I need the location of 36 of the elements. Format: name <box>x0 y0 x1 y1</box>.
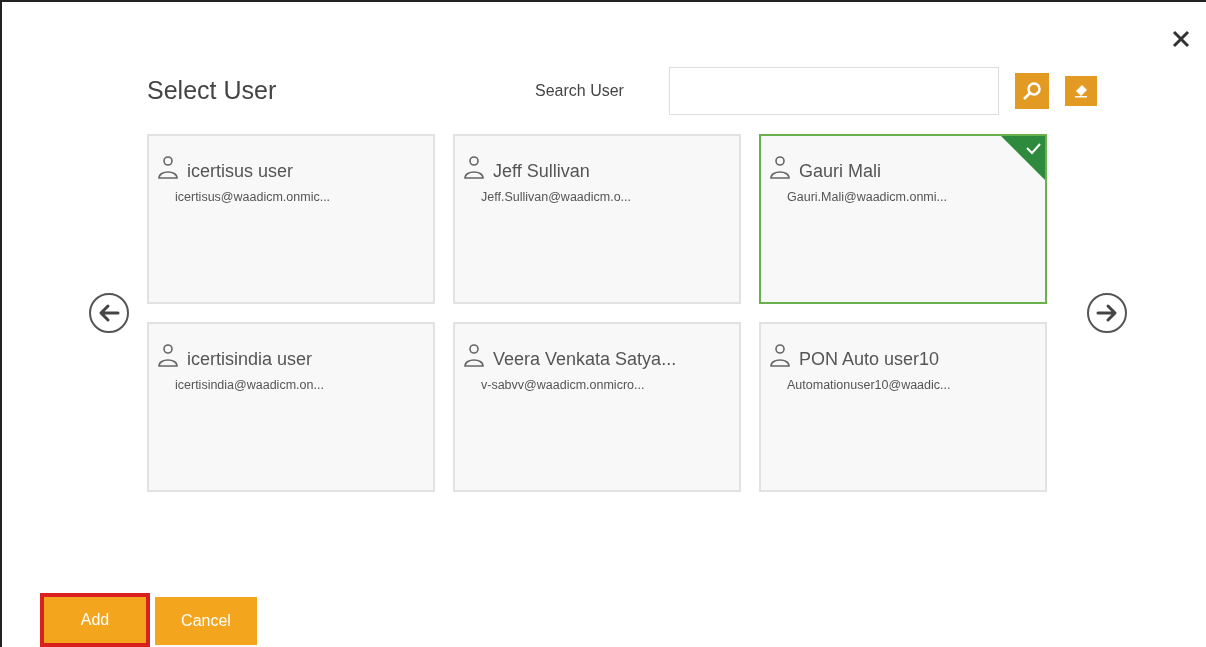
search-field[interactable] <box>669 67 999 115</box>
user-icon <box>157 344 179 368</box>
user-email: icertisus@waadicm.onmic... <box>174 189 332 206</box>
selected-check-icon <box>1001 136 1045 180</box>
close-button[interactable] <box>1172 30 1190 48</box>
user-email: icertisindia@waadicm.on... <box>174 377 325 394</box>
user-icon <box>769 156 791 180</box>
user-card[interactable]: Veera Venkata Satya... v-sabvv@waadicm.onmicro... <box>453 322 741 492</box>
search-icon <box>1022 81 1042 101</box>
user-name: icertisindia user <box>187 350 313 368</box>
user-email: Automationuser10@waadic... <box>786 377 952 394</box>
close-icon <box>1172 30 1190 48</box>
search-label: Search User <box>535 81 625 101</box>
dialog-title: Select User <box>147 75 278 107</box>
user-name: PON Auto user10 <box>799 350 940 368</box>
user-card[interactable]: Jeff Sullivan Jeff.Sullivan@waadicm.o... <box>453 134 741 304</box>
user-name: icertisus user <box>187 162 294 180</box>
user-name: Jeff Sullivan <box>493 162 590 180</box>
left-arrow-icon <box>98 303 120 323</box>
user-card[interactable]: icertisus user icertisus@waadicm.onmic... <box>147 134 435 304</box>
user-card[interactable]: Gauri Mali Gauri.Mali@waadicm.onmi... <box>759 134 1047 304</box>
right-arrow-icon <box>1096 303 1118 323</box>
user-icon <box>463 156 485 180</box>
user-email: Jeff.Sullivan@waadicm.o... <box>480 189 633 206</box>
user-icon <box>769 344 791 368</box>
user-icon <box>157 156 179 180</box>
eraser-icon <box>1074 84 1088 98</box>
previous-page-button[interactable] <box>89 293 129 333</box>
user-card[interactable]: icertisindia user icertisindia@waadicm.on... <box>147 322 435 492</box>
user-email: Gauri.Mali@waadicm.onmi... <box>786 189 948 206</box>
user-name: Gauri Mali <box>799 162 882 180</box>
next-page-button[interactable] <box>1087 293 1127 333</box>
user-name: Veera Venkata Satya... <box>493 350 677 368</box>
user-card[interactable]: PON Auto user10 Automationuser10@waadic... <box>759 322 1047 492</box>
user-email: v-sabvv@waadicm.onmicro... <box>480 377 646 394</box>
user-icon <box>463 344 485 368</box>
